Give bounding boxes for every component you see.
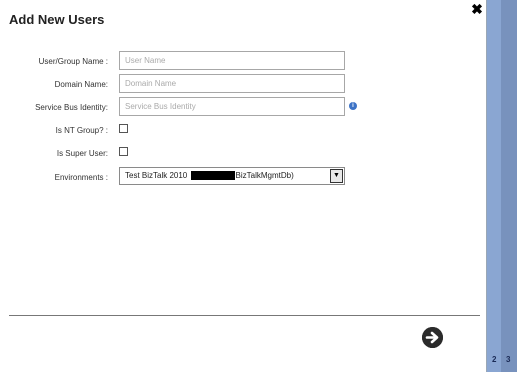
nt-group-checkbox[interactable] [119,124,128,133]
redaction-box [190,171,235,181]
user-group-row: User/Group Name : [0,51,487,73]
side-panel-stripe [501,0,517,372]
arrow-right-circle-icon [422,327,443,348]
next-button[interactable] [422,327,443,348]
environments-selected-suffix: BizTalkMgmtDb) [235,171,294,180]
environments-selected-prefix: Test BizTalk 2010 [125,171,188,180]
dialog-title: Add New Users [9,12,105,27]
user-group-input[interactable] [119,51,345,70]
environments-row: Environments : Test BizTalk 2010 BizTalk… [0,167,487,189]
domain-input[interactable] [119,74,345,93]
super-user-row: Is Super User: [0,143,487,165]
service-bus-row: Service Bus Identity: i [0,97,487,119]
info-icon[interactable]: i [349,102,357,110]
chevron-down-icon[interactable]: ▼ [330,169,343,183]
domain-row: Domain Name: [0,74,487,96]
environments-select[interactable]: Test BizTalk 2010 BizTalkMgmtDb) ▼ [119,167,345,185]
nt-group-label: Is NT Group? : [55,126,108,135]
domain-label: Domain Name: [54,80,108,89]
add-users-dialog: Add New Users ✖ User/Group Name : Domain… [0,0,487,372]
page-number-2[interactable]: 2 [492,355,496,364]
side-panel: 2 3 [487,0,517,372]
service-bus-label: Service Bus Identity: [35,103,108,112]
environments-label: Environments : [54,173,108,182]
user-group-label: User/Group Name : [38,57,108,66]
super-user-label: Is Super User: [56,149,108,158]
footer-divider [9,315,480,316]
nt-group-row: Is NT Group? : [0,120,487,142]
close-icon[interactable]: ✖ [470,2,484,16]
page-number-3[interactable]: 3 [506,355,510,364]
super-user-checkbox[interactable] [119,147,128,156]
service-bus-input[interactable] [119,97,345,116]
